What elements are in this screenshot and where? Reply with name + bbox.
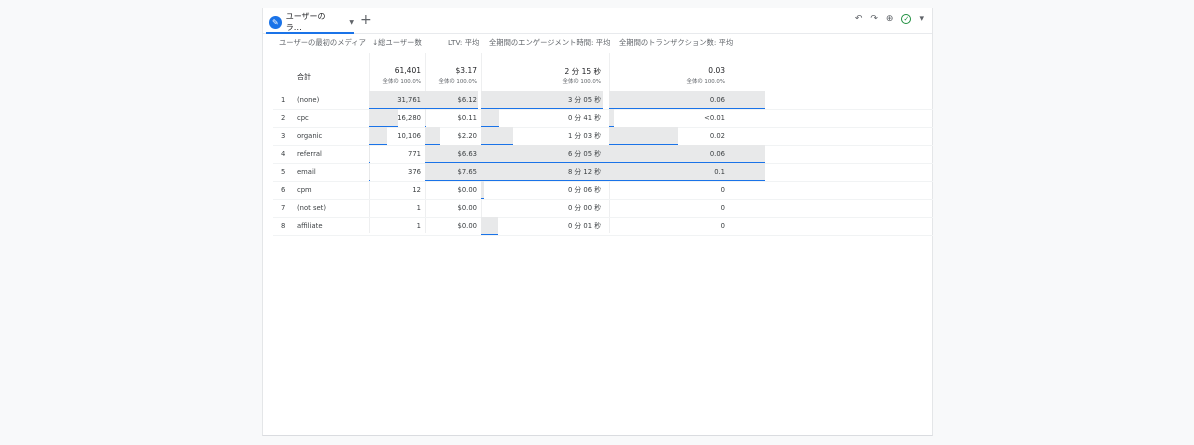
row-index: 2: [281, 114, 286, 122]
engagement-bar: [481, 181, 484, 199]
row-users: 31,761: [397, 96, 421, 104]
row-ltv: $2.20: [457, 132, 477, 140]
totals-users-share: 全体の 100.0%: [382, 79, 421, 85]
row-transactions: 0: [720, 204, 725, 212]
pencil-icon: ✎: [269, 15, 282, 29]
toolbar-actions: ↶ ↷ ⊕ ✓ ▾: [855, 14, 924, 24]
row-transactions: 0.06: [709, 96, 725, 104]
row-transactions: 0: [720, 186, 725, 194]
row-medium: cpc: [297, 114, 309, 122]
row-users: 10,106: [397, 132, 421, 140]
row-medium: email: [297, 168, 316, 176]
row-ltv: $0.00: [457, 222, 477, 230]
tab-toolbar: ✎ ユーザーのラ… ▼ + ↶ ↷ ⊕ ✓ ▾: [263, 8, 932, 34]
redo-icon[interactable]: ↷: [870, 14, 878, 24]
header-total-users[interactable]: ↓総ユーザー数: [372, 38, 422, 48]
chevron-down-icon[interactable]: ▾: [919, 14, 924, 24]
ltv-bar: [425, 127, 440, 145]
totals-label: 合計: [297, 73, 311, 81]
row-users: 771: [408, 150, 421, 158]
row-users: 1: [416, 204, 421, 212]
exploration-canvas: ✎ ユーザーのラ… ▼ + ↶ ↷ ⊕ ✓ ▾ ユーザーの最初のメディア ↓総ユ…: [262, 8, 933, 436]
row-ltv: $7.65: [457, 168, 477, 176]
table-row[interactable]: 7 (not set) 1 $0.00 0 分 00 秒 0: [273, 199, 933, 217]
row-transactions: <0.01: [704, 114, 725, 122]
table-row[interactable]: 1 (none) 31,761 $6.12 3 分 05 秒 0.06: [273, 91, 933, 110]
table-row[interactable]: 2 cpc 16,280 $0.11 0 分 41 秒 <0.01: [273, 109, 933, 128]
check-icon[interactable]: ✓: [901, 14, 912, 24]
row-transactions: 0.02: [709, 132, 725, 140]
row-engagement: 0 分 00 秒: [567, 204, 601, 212]
row-index: 1: [281, 96, 286, 104]
header-ltv[interactable]: LTV: 平均: [448, 38, 479, 48]
row-index: 8: [281, 222, 286, 230]
transactions-bar: [609, 91, 765, 109]
row-medium: cpm: [297, 186, 312, 194]
row-index: 4: [281, 150, 286, 158]
row-engagement: 3 分 05 秒: [567, 96, 601, 104]
totals-users: 61,401: [394, 66, 421, 75]
header-first-medium[interactable]: ユーザーの最初のメディア: [279, 38, 366, 48]
row-ltv: $0.00: [457, 186, 477, 194]
row-transactions: 0: [720, 222, 725, 230]
ltv-bar: [425, 109, 426, 127]
chevron-down-icon[interactable]: ▼: [349, 19, 354, 26]
row-transactions: 0.06: [709, 150, 725, 158]
row-ltv: $6.12: [457, 96, 477, 104]
row-transactions: 0.1: [714, 168, 725, 176]
transactions-bar: [609, 127, 678, 145]
row-users: 1: [416, 222, 421, 230]
row-engagement: 0 分 01 秒: [567, 222, 601, 230]
row-medium: referral: [297, 150, 322, 158]
totals-transactions-share: 全体の 100.0%: [686, 79, 725, 85]
totals-engagement-share: 全体の 100.0%: [562, 79, 601, 85]
engagement-bar: [481, 127, 513, 145]
row-medium: (not set): [297, 204, 326, 212]
tab-user-acquisition[interactable]: ✎ ユーザーのラ… ▼: [266, 12, 354, 34]
transactions-bar: [609, 109, 614, 127]
table-row[interactable]: 5 email 376 $7.65 8 分 12 秒 0.1: [273, 163, 933, 182]
row-engagement: 8 分 12 秒: [567, 168, 601, 176]
add-tab-button[interactable]: +: [360, 13, 372, 27]
row-medium: (none): [297, 96, 320, 104]
transactions-bar: [609, 163, 765, 181]
row-ltv: $0.11: [457, 114, 477, 122]
table-row[interactable]: 6 cpm 12 $0.00 0 分 06 秒 0: [273, 181, 933, 200]
row-engagement: 0 分 41 秒: [567, 114, 601, 122]
engagement-bar: [481, 109, 499, 127]
totals-engagement: 2 分 15 秒: [564, 67, 601, 76]
row-ltv: $6.63: [457, 150, 477, 158]
users-bar: [369, 163, 370, 181]
totals-ltv-share: 全体の 100.0%: [438, 79, 477, 85]
table-row[interactable]: 3 organic 10,106 $2.20 1 分 03 秒 0.02: [273, 127, 933, 146]
engagement-bar: [481, 217, 498, 235]
table-row[interactable]: 8 affiliate 1 $0.00 0 分 01 秒 0: [273, 217, 933, 236]
row-users: 376: [408, 168, 421, 176]
row-index: 5: [281, 168, 286, 176]
users-bar: [369, 109, 398, 127]
row-engagement: 6 分 05 秒: [567, 150, 601, 158]
undo-icon[interactable]: ↶: [855, 14, 863, 24]
header-transactions[interactable]: 全期間のトランザクション数: 平均: [619, 38, 733, 48]
users-bar: [369, 127, 387, 145]
row-engagement: 1 分 03 秒: [567, 132, 601, 140]
row-engagement: 0 分 06 秒: [567, 186, 601, 194]
totals-ltv: $3.17: [455, 66, 477, 75]
transactions-bar: [609, 145, 765, 163]
tab-label: ユーザーのラ…: [285, 12, 326, 32]
row-divider: [273, 235, 933, 236]
row-ltv: $0.00: [457, 204, 477, 212]
totals-transactions: 0.03: [708, 66, 725, 75]
row-users: 16,280: [397, 114, 421, 122]
row-medium: affiliate: [297, 222, 323, 230]
row-medium: organic: [297, 132, 323, 140]
users-bar: [369, 145, 370, 163]
row-users: 12: [412, 186, 421, 194]
row-index: 6: [281, 186, 286, 194]
share-icon[interactable]: ⊕: [886, 14, 894, 24]
header-engagement-time[interactable]: 全期間のエンゲージメント時間: 平均: [489, 38, 610, 48]
row-index: 7: [281, 204, 286, 212]
row-index: 3: [281, 132, 286, 140]
table-row[interactable]: 4 referral 771 $6.63 6 分 05 秒 0.06: [273, 145, 933, 164]
